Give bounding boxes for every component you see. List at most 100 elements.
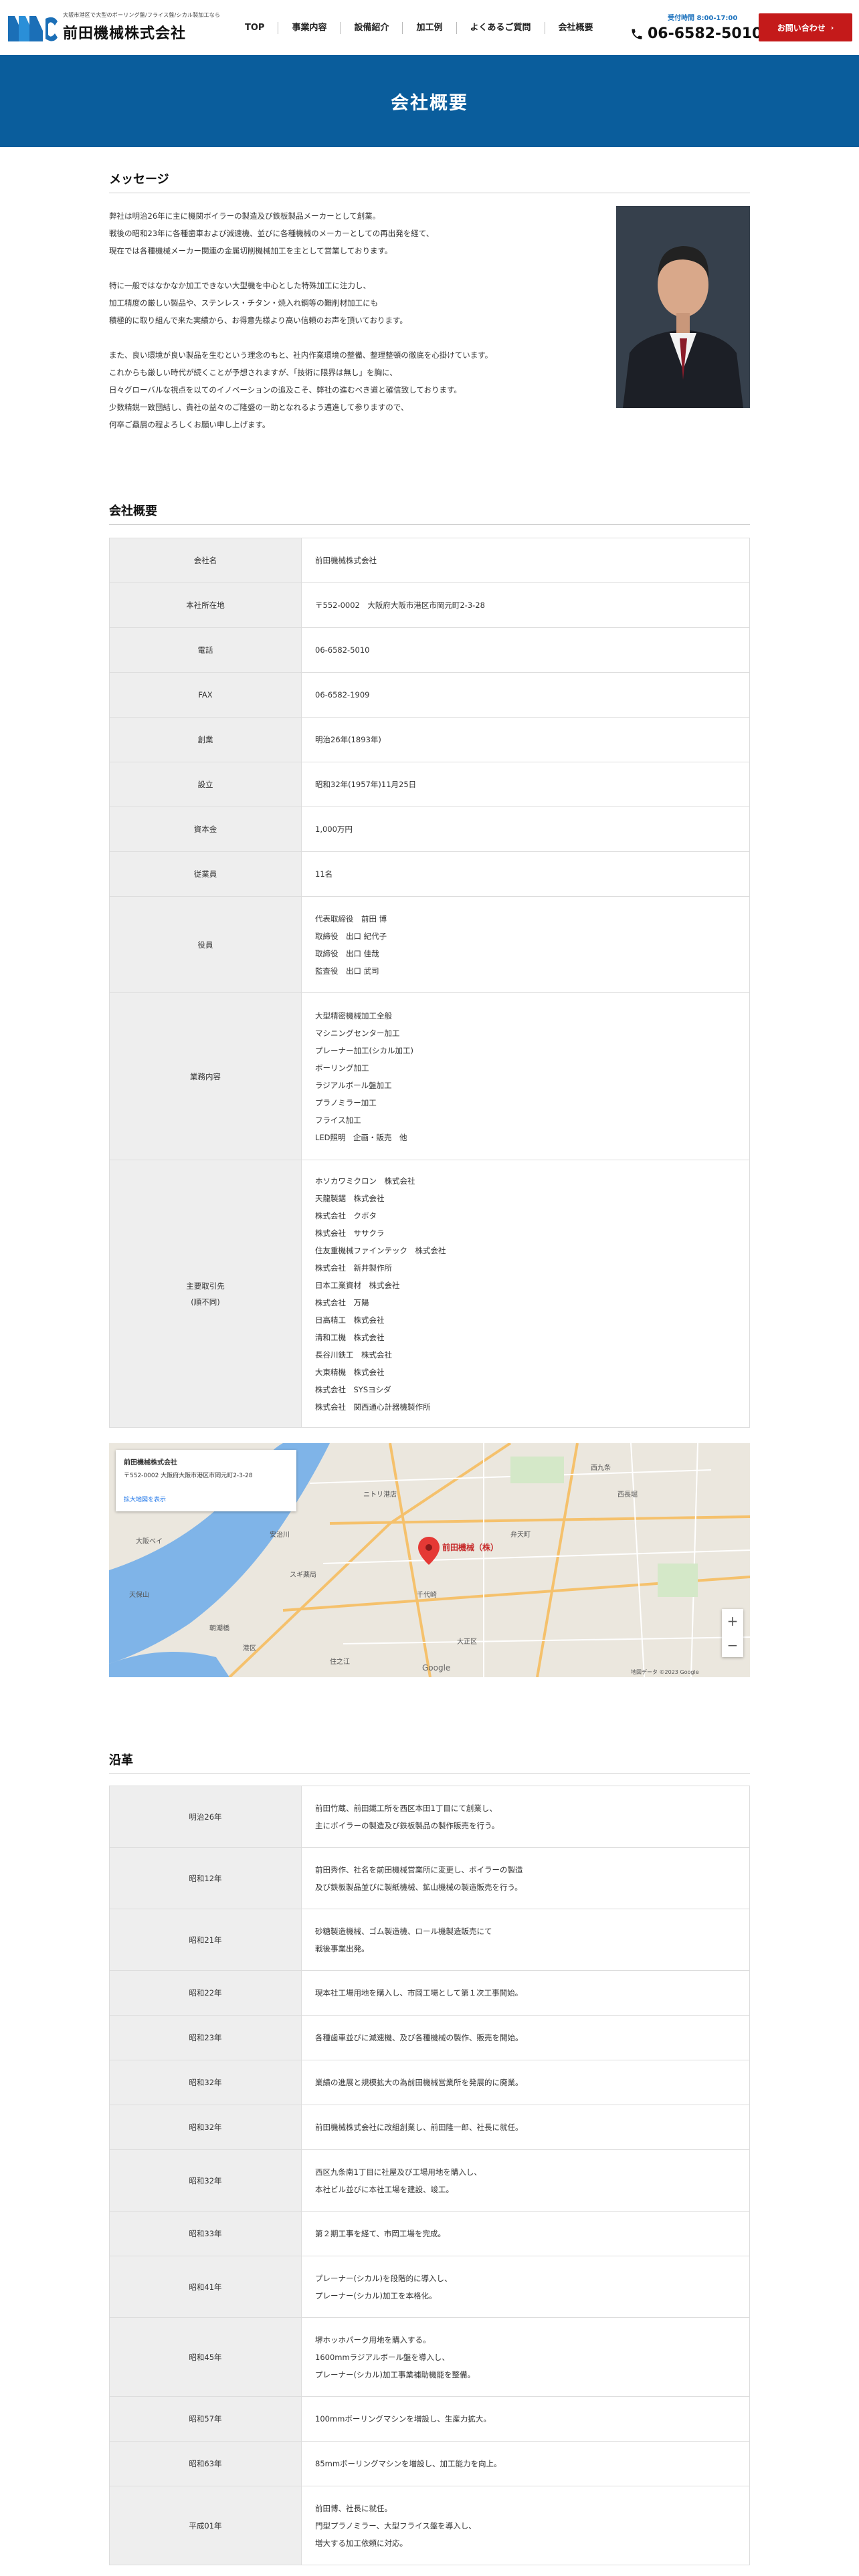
table-row: 昭和41年 プレーナー(シカル)を段階的に導入し、 プレーナー(シカル)加工を本格化… bbox=[109, 2256, 750, 2318]
map-label: ニトリ港店 bbox=[363, 1490, 397, 1499]
map-label: 西長堀 bbox=[617, 1491, 638, 1499]
table-row: 役員 代表取締役 前田 博取締役 出口 紀代子 取締役 出口 佳哉 監査役 出口 武… bbox=[109, 896, 750, 993]
row-value: 昭和32年(1957年)11月25日 bbox=[301, 762, 750, 807]
row-value: 大型精密機械加工全般 マシニングセンター加工 プレーナー加工(シカル加工) ボーリング… bbox=[301, 992, 750, 1160]
table-row: 昭和32年 前田機械株式会社に改組創業し、前田隆一郎、社長に就任。 bbox=[109, 2105, 750, 2150]
message-paragraph: 弊社は明治26年に主に機関ボイラーの製造及び鉄板製品メーカーとして創業。 戦後の… bbox=[109, 207, 604, 259]
row-value: 〒552-0002 大阪府大阪市港区市岡元町2-3-28 bbox=[301, 582, 750, 628]
row-label: 昭和12年 bbox=[109, 1847, 302, 1909]
row-label: 業務内容 bbox=[109, 992, 302, 1160]
message-line: 弊社は明治26年に主に機関ボイラーの製造及び鉄板製品メーカーとして創業。 bbox=[109, 211, 381, 221]
message-line: 加工精度の厳しい製品や、ステンレス・チタン・焼入れ鋼等の難削材加工にも bbox=[109, 298, 379, 308]
row-value: 堺ホッホパーク用地を購入する。 1600mmラジアルボール盤を導入し、 プレーナー(… bbox=[301, 2317, 750, 2397]
map-address: 〒552-0002 大阪府大阪市港区市岡元町2-3-28 bbox=[124, 1473, 253, 1479]
nav-top[interactable]: TOP bbox=[229, 22, 278, 34]
message-line: 特に一般ではなかなか加工できない大型機を中心とした特殊加工に注力し、 bbox=[109, 281, 371, 290]
table-row: 昭和23年 各種歯車並びに減速機、及び各種機械の製作、販売を開始。 bbox=[109, 2015, 750, 2060]
row-label: 昭和32年 bbox=[109, 2105, 302, 2150]
row-value: 現本社工場用地を購入し、市岡工場として第１次工事開始。 bbox=[301, 1970, 750, 2016]
president-photo bbox=[616, 206, 750, 408]
map-label: 住之江 bbox=[330, 1657, 350, 1666]
zoom-in-button[interactable]: + bbox=[727, 1613, 739, 1629]
row-label: FAX bbox=[109, 672, 302, 718]
google-map[interactable]: ニトリ港店 西九条 大阪ベイ 弁天町 港区 住之江 千代崎 西長堀 スギ薬局 大… bbox=[109, 1443, 750, 1677]
table-row: 昭和12年 前田秀作、社名を前田機械営業所に変更し、ボイラーの製造 及び鉄板製品並び… bbox=[109, 1847, 750, 1909]
map-label: 弁天町 bbox=[510, 1530, 531, 1539]
row-label: 昭和33年 bbox=[109, 2211, 302, 2256]
row-label: 資本金 bbox=[109, 807, 302, 852]
row-value: 砂糖製造機械、ゴム製造機、ロール機製造販売にて 戦後事業出発。 bbox=[301, 1909, 750, 1971]
table-row: 昭和32年 業績の進展と規模拡大の為前田機械営業所を発展的に廃業。 bbox=[109, 2060, 750, 2105]
message-heading: メッセージ bbox=[109, 170, 750, 193]
contact-button[interactable]: お問い合わせ › bbox=[759, 13, 852, 41]
row-label: 昭和21年 bbox=[109, 1909, 302, 1971]
row-label: 昭和41年 bbox=[109, 2256, 302, 2318]
table-row: 資本金 1,000万円 bbox=[109, 807, 750, 852]
message-line: また、良い環境が良い製品を生むという理念のもと、社内作業環境の整備、整理整頓の徹… bbox=[109, 350, 493, 360]
zoom-out-button[interactable]: − bbox=[727, 1637, 739, 1653]
table-row: 明治26年 前田竹蔵、前田鐵工所を西区本田1丁目にて創業し、 主にボイラーの製造及び… bbox=[109, 1786, 750, 1848]
message-line: 積極的に取り組んで来た実績から、お得意先様より高い信頼のお声を頂いております。 bbox=[109, 316, 407, 325]
row-label: 明治26年 bbox=[109, 1786, 302, 1848]
row-value: 06-6582-5010 bbox=[301, 627, 750, 673]
message-line: 何卒ご贔屓の程よろしくお願い申し上げます。 bbox=[109, 420, 270, 429]
row-label: 主要取引先 (順不同) bbox=[109, 1160, 302, 1428]
nav-examples[interactable]: 加工例 bbox=[402, 22, 456, 34]
table-row: 昭和45年 堺ホッホパーク用地を購入する。 1600mmラジアルボール盤を導入し、プ… bbox=[109, 2317, 750, 2397]
logo-mark-icon bbox=[7, 11, 59, 43]
header-tagline: 大阪市港区で大型のボーリング盤/フライス盤/シカル製加工なら bbox=[63, 12, 221, 18]
table-row: 昭和21年 砂糖製造機械、ゴム製造機、ロール機製造販売にて 戦後事業出発。 bbox=[109, 1909, 750, 1971]
phone-number: 06-6582-5010 bbox=[648, 25, 763, 42]
table-row: FAX 06-6582-1909 bbox=[109, 672, 750, 718]
row-value: 前田機械株式会社 bbox=[301, 538, 750, 583]
map-copyright: 地図データ ©2023 Google bbox=[631, 1669, 699, 1675]
row-label: 役員 bbox=[109, 896, 302, 993]
overview-table: 会社名 前田機械株式会社 本社所在地 〒552-0002 大阪府大阪市港区市岡元町2… bbox=[109, 538, 750, 1428]
message-line: 現在では各種機械メーカー関連の金属切削機械加工を主として営業しております。 bbox=[109, 246, 393, 255]
map-label: 千代崎 bbox=[417, 1590, 437, 1599]
row-label: 設立 bbox=[109, 762, 302, 807]
nav-business[interactable]: 事業内容 bbox=[278, 22, 340, 34]
nav-company[interactable]: 会社概要 bbox=[544, 22, 607, 34]
row-label: 昭和57年 bbox=[109, 2396, 302, 2442]
nav-equipment[interactable]: 設備紹介 bbox=[340, 22, 402, 34]
message-paragraph: 特に一般ではなかなか加工できない大型機を中心とした特殊加工に注力し、 加工精度の… bbox=[109, 277, 604, 329]
row-value: 第２期工事を経て、市岡工場を完成。 bbox=[301, 2211, 750, 2256]
row-value: 各種歯車並びに減速機、及び各種機械の製作、販売を開始。 bbox=[301, 2015, 750, 2060]
site-header: 大阪市港区で大型のボーリング盤/フライス盤/シカル製加工なら 前田機械株式会社 … bbox=[0, 0, 859, 55]
message-paragraph: また、良い環境が良い製品を生むという理念のもと、社内作業環境の整備、整理整頓の徹… bbox=[109, 346, 604, 433]
row-value: 前田博、社長に就任。 門型プラノミラー、大型フライス盤を導入し、 増大する加工依頼に… bbox=[301, 2486, 750, 2565]
row-value: 前田機械株式会社に改組創業し、前田隆一郎、社長に就任。 bbox=[301, 2105, 750, 2150]
message-body: 弊社は明治26年に主に機関ボイラーの製造及び鉄板製品メーカーとして創業。 戦後の… bbox=[109, 207, 604, 451]
table-row: 昭和63年 85mmボーリングマシンを増設し、加工能力を向上。 bbox=[109, 2441, 750, 2486]
business-hours: 受付時間 8:00-17:00 bbox=[668, 15, 738, 22]
nav-faq[interactable]: よくあるご質問 bbox=[456, 22, 545, 34]
table-row: 平成01年 前田博、社長に就任。 門型プラノミラー、大型フライス盤を導入し、 増大する… bbox=[109, 2486, 750, 2565]
header-phone[interactable]: 06-6582-5010 bbox=[630, 25, 762, 42]
row-value: 85mmボーリングマシンを増設し、加工能力を向上。 bbox=[301, 2441, 750, 2486]
table-row: 会社名 前田機械株式会社 bbox=[109, 538, 750, 583]
google-logo: Google bbox=[422, 1663, 450, 1673]
table-row: 主要取引先 (順不同) ホソカワミクロン 株式会社 天龍製鋸 株式会社 株式会社 ク… bbox=[109, 1160, 750, 1428]
map-place-name: 前田機械株式会社 bbox=[124, 1459, 177, 1467]
table-row: 従業員 11名 bbox=[109, 851, 750, 897]
chevron-right-icon: › bbox=[830, 23, 834, 32]
row-label: 電話 bbox=[109, 627, 302, 673]
page-banner: 会社概要 bbox=[0, 55, 859, 147]
row-label: 創業 bbox=[109, 717, 302, 762]
contact-label: お問い合わせ bbox=[777, 23, 826, 33]
row-value: プレーナー(シカル)を段階的に導入し、 プレーナー(シカル)加工を本格化。 bbox=[301, 2256, 750, 2318]
row-label: 昭和23年 bbox=[109, 2015, 302, 2060]
page-title: 会社概要 bbox=[391, 92, 468, 114]
map-zoom-control: + − bbox=[722, 1609, 743, 1657]
map-enlarge-link[interactable]: 拡大地図を表示 bbox=[124, 1495, 166, 1503]
row-label: 会社名 bbox=[109, 538, 302, 583]
overview-heading: 会社概要 bbox=[109, 502, 750, 525]
row-value: 代表取締役 前田 博取締役 出口 紀代子 取締役 出口 佳哉 監査役 出口 武司 bbox=[301, 896, 750, 993]
row-value: 業績の進展と規模拡大の為前田機械営業所を発展的に廃業。 bbox=[301, 2060, 750, 2105]
row-label: 平成01年 bbox=[109, 2486, 302, 2565]
site-logo[interactable]: 大阪市港区で大型のボーリング盤/フライス盤/シカル製加工なら 前田機械株式会社 bbox=[7, 11, 220, 43]
map-label: 大正区 bbox=[457, 1637, 477, 1646]
company-name: 前田機械株式会社 bbox=[63, 25, 187, 42]
row-value: 1,000万円 bbox=[301, 807, 750, 852]
